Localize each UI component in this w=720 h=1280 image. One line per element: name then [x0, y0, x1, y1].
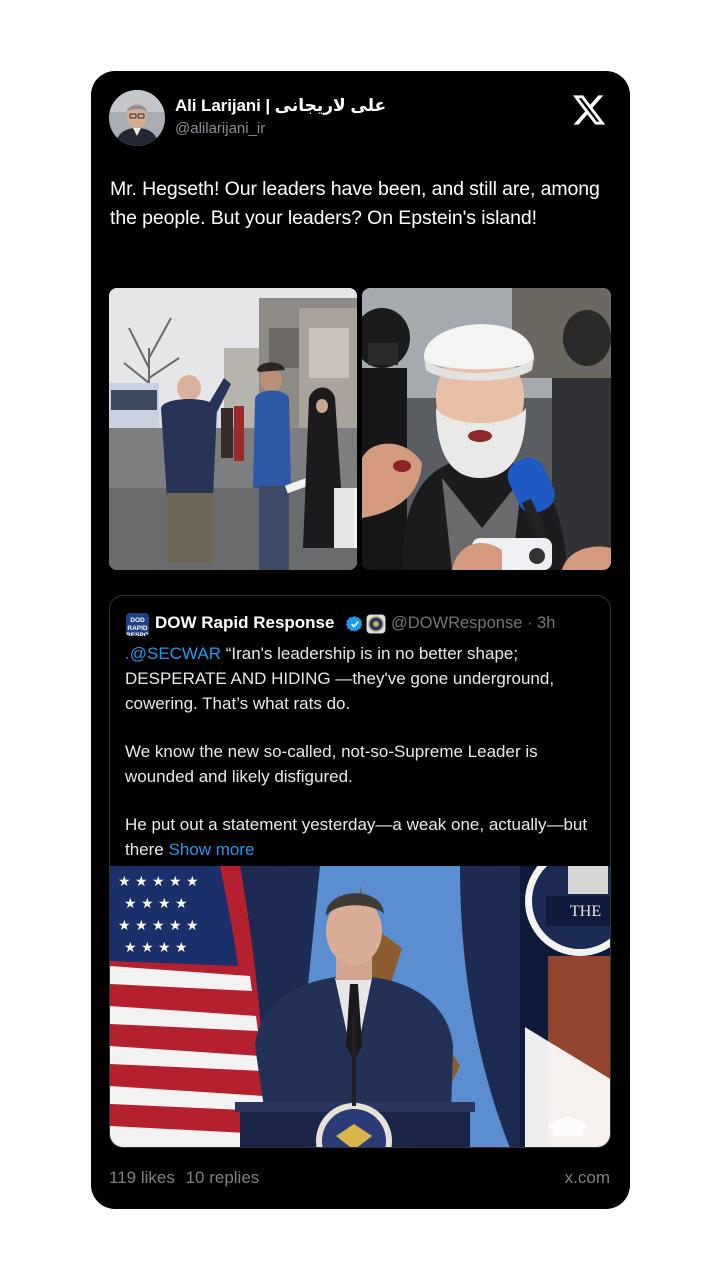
- svg-text:★ ★ ★ ★ ★: ★ ★ ★ ★ ★: [118, 918, 199, 934]
- svg-text:★ ★ ★ ★: ★ ★ ★ ★: [124, 940, 188, 956]
- author-handle[interactable]: @alilarijani_ir: [175, 120, 265, 137]
- source-domain[interactable]: x.com: [565, 1168, 610, 1188]
- author-avatar[interactable]: [109, 90, 165, 146]
- video-overlay-text: THE: [570, 903, 601, 920]
- tweet-photo-street[interactable]: [109, 288, 357, 570]
- svg-text:★ ★ ★ ★: ★ ★ ★ ★: [124, 896, 188, 912]
- dod-rapid-response-logo: DOD RAPID RESPONSE: [126, 613, 149, 636]
- quoted-tweet[interactable]: DOD RAPID RESPONSE DOW Rapid Response @D…: [109, 595, 611, 1148]
- author-name[interactable]: Ali Larijani | علی لاریجانی: [175, 96, 386, 116]
- quoted-tweet-text: .@SECWAR “Iran's leadership is in no bet…: [125, 641, 603, 885]
- quoted-video[interactable]: ★ ★ ★ ★ ★ ★ ★ ★ ★ ★ ★ ★ ★ ★ ★ ★ ★ ★ THE: [110, 866, 611, 1148]
- tweet-photo-cleric[interactable]: [362, 288, 611, 570]
- affiliation-seal-icon: [366, 614, 386, 634]
- likes-count[interactable]: 119 likes: [109, 1168, 175, 1187]
- x-logo-icon[interactable]: [571, 92, 607, 128]
- quoted-paragraph-3: He put out a statement yesterday—a weak …: [125, 812, 603, 862]
- quoted-paragraph-1: .@SECWAR “Iran's leadership is in no bet…: [125, 641, 603, 716]
- quoted-paragraph-2: We know the new so-called, not-so-Suprem…: [125, 742, 538, 786]
- play-button-icon[interactable]: [336, 982, 611, 1148]
- verified-badge-icon: [346, 616, 363, 632]
- replies-count[interactable]: 10 replies: [186, 1168, 260, 1187]
- show-more-link[interactable]: Show more: [168, 840, 254, 859]
- mention-secwar[interactable]: .@SECWAR: [125, 644, 221, 663]
- tweet-card: Ali Larijani | علی لاریجانی @alilarijani…: [91, 71, 630, 1209]
- engagement-stats: 119 likes 10 replies: [109, 1168, 265, 1188]
- quoted-author-name[interactable]: DOW Rapid Response: [155, 613, 334, 633]
- tweet-text: Mr. Hegseth! Our leaders have been, and …: [110, 178, 600, 229]
- quoted-handle-time[interactable]: @DOWResponse · 3h: [391, 614, 555, 633]
- svg-text:★ ★ ★ ★ ★: ★ ★ ★ ★ ★: [118, 874, 199, 890]
